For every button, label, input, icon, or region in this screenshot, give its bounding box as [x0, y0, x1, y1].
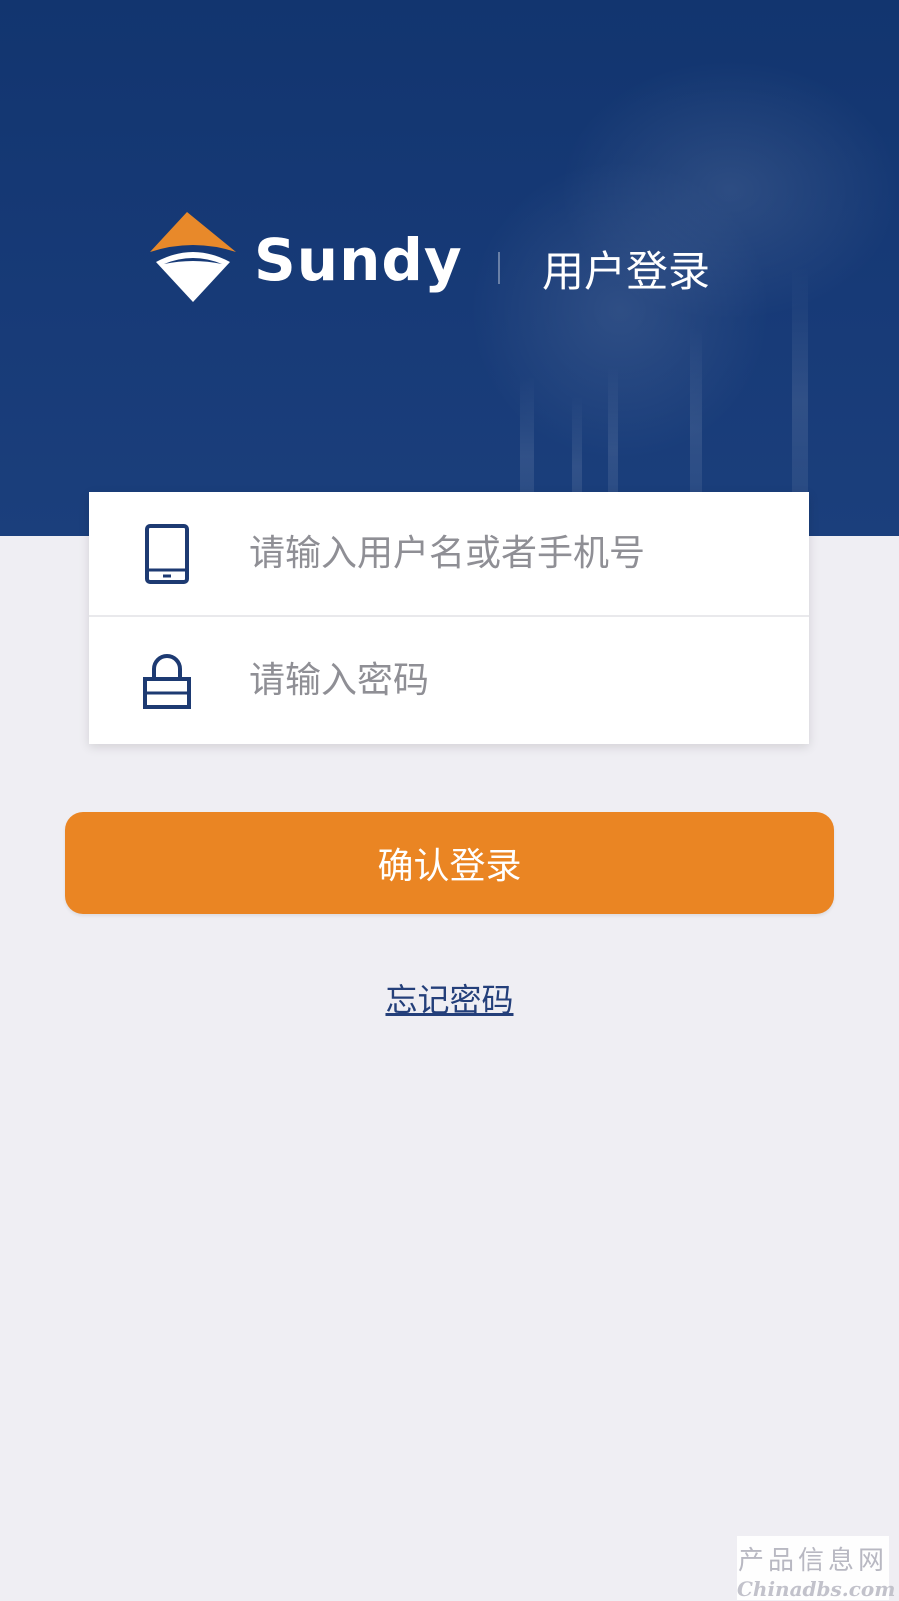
lock-icon — [143, 654, 191, 709]
watermark-cn: 产品信息网 — [737, 1546, 888, 1576]
forgot-password-link[interactable]: 忘记密码 — [385, 981, 513, 1019]
tablet-icon — [145, 524, 189, 584]
page-title: 用户登录 — [542, 247, 711, 296]
watermark-en: Chinadbs.com — [737, 1577, 896, 1601]
header-banner: Sundy 用户登录 — [0, 0, 899, 536]
watermark: 产品信息网 Chinadbs.com — [737, 1536, 896, 1601]
password-field — [89, 619, 809, 744]
password-input[interactable] — [249, 647, 769, 713]
brand-name: Sundy — [254, 226, 463, 294]
username-input[interactable] — [249, 520, 769, 586]
login-button[interactable]: 确认登录 — [65, 812, 834, 914]
login-form — [89, 492, 809, 744]
username-field — [89, 492, 809, 617]
sundy-logo-icon — [150, 212, 236, 302]
brand-divider — [498, 252, 500, 284]
forgot-password-wrapper: 忘记密码 — [0, 975, 899, 1021]
brand: Sundy 用户登录 — [150, 212, 770, 312]
